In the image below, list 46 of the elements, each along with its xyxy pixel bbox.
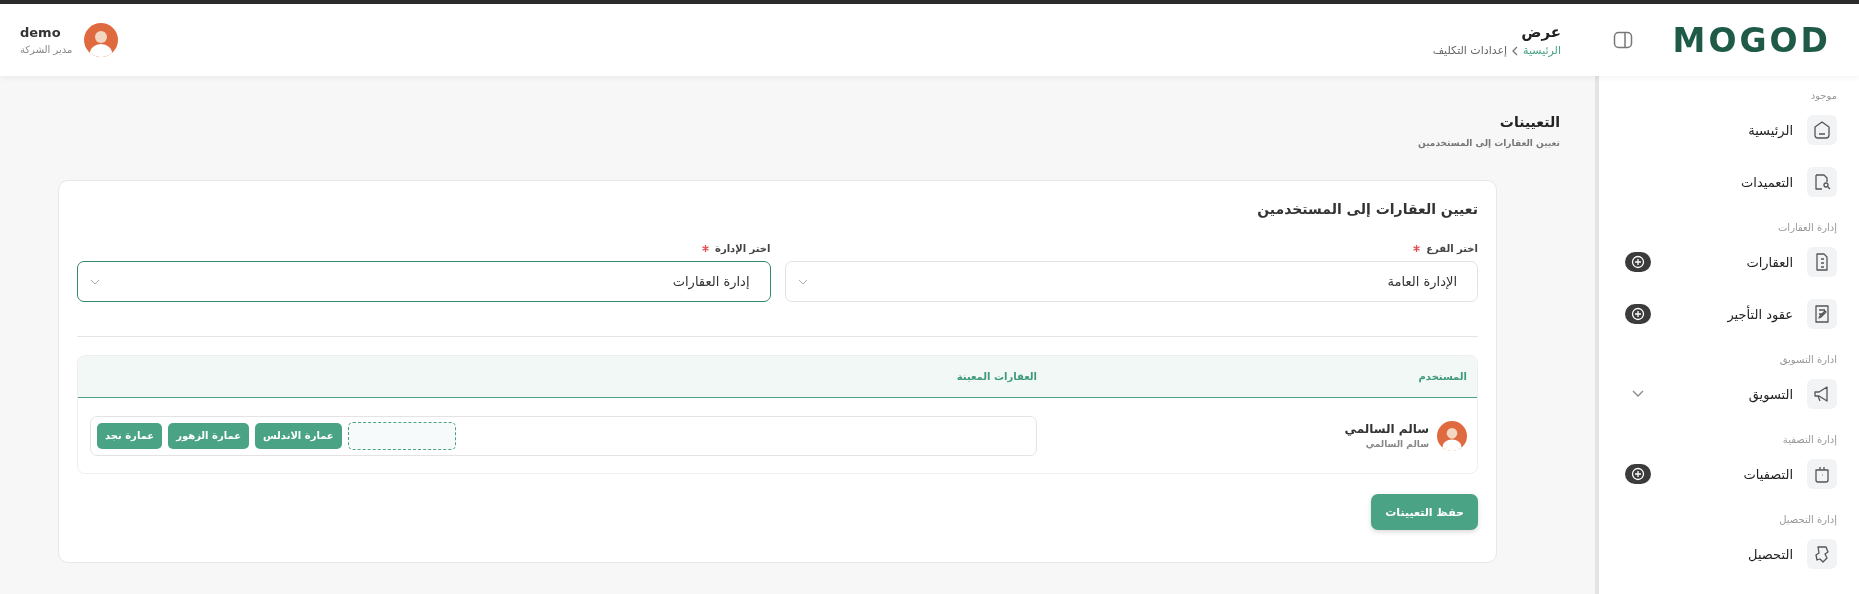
field-label: اختر الفرع	[1426, 243, 1478, 254]
sidebar-item[interactable]: الرئيسية	[1748, 122, 1793, 138]
menu-item-icon[interactable]	[1807, 299, 1837, 329]
menu-item-icon[interactable]	[1807, 459, 1837, 489]
sidebar-item[interactable]: العقارات	[1746, 254, 1793, 270]
page-heading: التعيينات	[1498, 114, 1560, 130]
menu-item-icon[interactable]	[1807, 539, 1837, 569]
column-header: العقارات المعينة	[955, 371, 1037, 382]
section-heading: إدارة التصفية	[1781, 433, 1837, 448]
sidebar-item[interactable]: التصفيات	[1743, 466, 1793, 482]
page-title: عرض	[1520, 23, 1561, 41]
menu-item-icon[interactable]	[1807, 247, 1837, 277]
section-heading: موجود	[1809, 89, 1837, 103]
add-icon[interactable]	[1625, 252, 1651, 272]
menu-item-icon[interactable]	[1807, 379, 1837, 409]
user-name: demo	[20, 25, 61, 40]
menu-item-icon[interactable]	[1807, 167, 1837, 197]
section-heading: ادارة التسويق	[1778, 353, 1837, 367]
sidebar-item[interactable]: التسويق	[1748, 386, 1793, 402]
user-subtitle: سالم السالمي	[1364, 439, 1429, 449]
sidebar-item[interactable]: التعميدات	[1741, 174, 1793, 190]
field-label: اختر الإدارة	[715, 243, 771, 254]
add-icon[interactable]	[1625, 464, 1651, 484]
card-title: تعيين العقارات إلى المستخدمين	[1256, 201, 1478, 217]
sidebar-toggle-icon[interactable]	[1612, 31, 1633, 49]
section-heading: إدارة التحصيل	[1778, 513, 1837, 528]
chevron-down-icon	[797, 278, 808, 285]
column-header: المستخدم	[1417, 371, 1468, 382]
menu-item-icon[interactable]	[1807, 115, 1837, 145]
select-field[interactable]: الإدارة العامة	[784, 261, 1478, 302]
chevron-icon	[1511, 45, 1520, 56]
drop-zone[interactable]	[347, 421, 456, 450]
avatar[interactable]	[84, 23, 119, 57]
breadcrumb-item: إعدادات التكليف	[1432, 44, 1508, 57]
avatar	[1437, 420, 1467, 451]
page-subtitle: تعيين العقارات إلى المستخدمين	[1417, 138, 1560, 148]
select-field[interactable]: إدارة العقارات	[77, 261, 771, 302]
chevron-down-icon	[90, 278, 100, 285]
logo: MOGOD	[1672, 20, 1831, 60]
sidebar-item[interactable]: عقود التأجير	[1727, 306, 1793, 322]
chevron-down-icon[interactable]	[1632, 390, 1644, 398]
sidebar-item[interactable]: التحصيل	[1748, 546, 1793, 562]
add-icon[interactable]	[1625, 304, 1651, 324]
section-heading: إدارة العقارات	[1776, 221, 1837, 236]
user-name: سالم السالمي	[1344, 422, 1429, 436]
user-role: مدير الشركة	[20, 44, 73, 55]
